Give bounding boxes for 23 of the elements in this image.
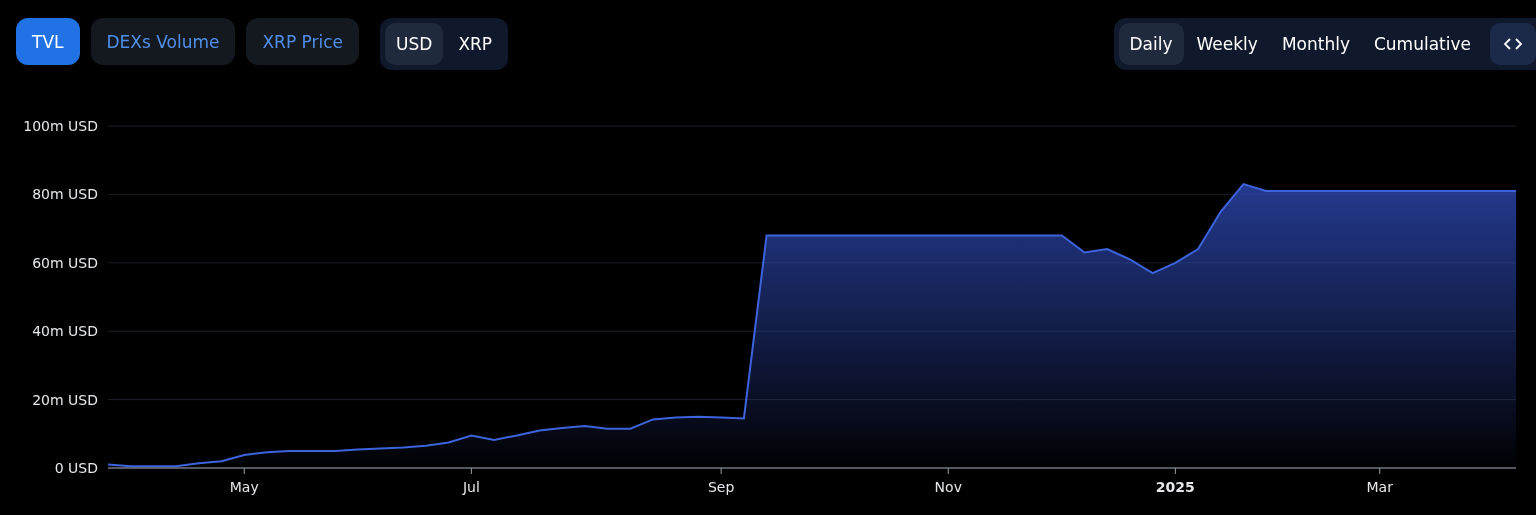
axis-label: 20m USD [32,391,98,408]
metric-tab[interactable]: TVL [16,18,80,65]
axis-label: May [229,478,259,495]
interval-tab[interactable]: Daily [1118,23,1184,65]
metric-tab[interactable]: DEXs Volume [90,18,236,65]
metric-tab[interactable]: XRP Price [246,18,360,65]
currency-toggle[interactable]: USD [385,23,444,65]
axis-label: 0 USD [54,459,98,476]
axis-label: Jul [462,478,480,495]
interval-tab[interactable]: Weekly [1185,23,1269,65]
axis-label: 80m USD [32,186,98,203]
interval-tab[interactable]: Cumulative [1362,23,1482,65]
axis-label: 60m USD [32,254,98,271]
currency-toggle[interactable]: XRP [447,23,504,65]
axis-label: 100m USD [23,117,98,134]
embed-button[interactable] [1490,23,1536,65]
code-icon [1503,37,1523,51]
interval-tab[interactable]: Monthly [1270,23,1361,65]
axis-label: Nov [934,478,962,495]
axis-label: 40m USD [32,323,98,339]
axis-label: Sep [707,478,735,495]
axis-label: Mar [1366,478,1393,495]
axis-label: 2025 [1155,478,1195,495]
